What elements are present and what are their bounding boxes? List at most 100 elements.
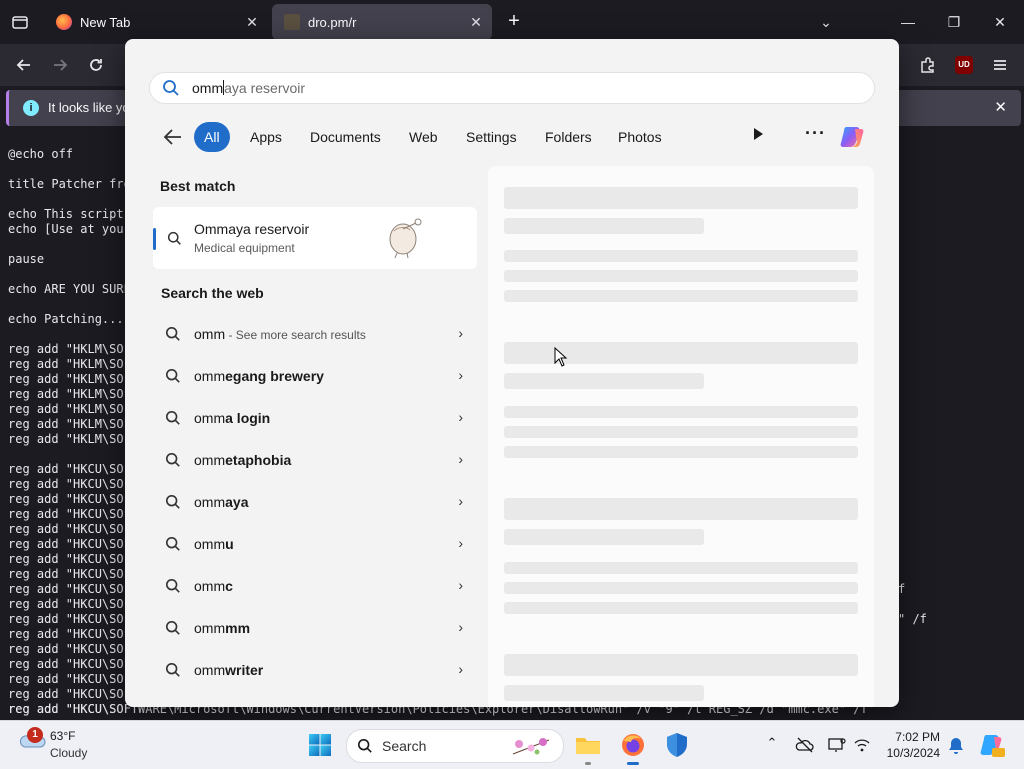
web-result[interactable]: ommu › xyxy=(153,525,477,563)
loading-placeholder xyxy=(504,582,858,594)
web-result[interactable]: omm - See more search results › xyxy=(153,315,477,353)
autocomplete-suggestion: aya reservoir xyxy=(224,80,306,96)
system-clock[interactable]: 7:02 PM 10/3/2024 xyxy=(884,729,940,761)
best-match-result[interactable]: Ommaya reservoir Medical equipment xyxy=(153,207,477,269)
search-input[interactable]: ommaya reservoir xyxy=(149,72,875,104)
forward-button[interactable] xyxy=(47,52,73,78)
taskbar-search-box[interactable]: Search xyxy=(346,729,564,763)
tab-new-tab[interactable]: New Tab ✕ xyxy=(44,4,268,40)
reload-button[interactable] xyxy=(83,52,109,78)
chevron-right-icon: › xyxy=(458,451,463,467)
script-line: reg add "HKCU\SOF xyxy=(8,567,131,581)
web-result-text: ommc xyxy=(194,578,233,594)
best-match-name: Ommaya reservoir xyxy=(194,221,310,237)
site-favicon-icon xyxy=(284,14,300,30)
copilot-icon[interactable] xyxy=(837,121,869,153)
chevron-up-icon[interactable]: ⌃ xyxy=(762,735,782,755)
onedrive-offline-icon[interactable] xyxy=(795,735,815,755)
shield-icon xyxy=(667,733,687,757)
script-line: reg add "HKCU\SOF xyxy=(8,597,131,611)
web-result-text: omma login xyxy=(194,410,271,426)
chevron-right-icon: › xyxy=(458,367,463,383)
script-line: reg add "HKCU\SOF xyxy=(8,462,131,476)
clock-time: 7:02 PM xyxy=(895,730,940,744)
file-explorer-taskbar-button[interactable] xyxy=(574,731,602,765)
loading-placeholder xyxy=(504,218,704,234)
more-options-icon[interactable]: ··· xyxy=(805,123,826,144)
loading-placeholder xyxy=(504,685,704,701)
script-line: reg add "HKCU\SOF xyxy=(8,612,131,626)
running-indicator xyxy=(627,762,639,765)
search-icon xyxy=(165,662,180,677)
back-button[interactable] xyxy=(11,52,37,78)
web-result-text: omm - See more search results xyxy=(194,326,366,342)
tab-dro-pm[interactable]: dro.pm/r ✕ xyxy=(272,4,492,40)
chevron-right-icon: › xyxy=(458,325,463,341)
script-line: reg add "HKCU\SOF xyxy=(8,627,131,641)
play-icon[interactable] xyxy=(751,127,765,141)
filter-documents[interactable]: Documents xyxy=(300,122,391,152)
loading-placeholder xyxy=(504,187,858,209)
close-window-button[interactable]: ✕ xyxy=(978,8,1022,36)
minimize-button[interactable]: — xyxy=(886,8,930,36)
web-result[interactable]: ommetaphobia › xyxy=(153,441,477,479)
filter-settings[interactable]: Settings xyxy=(456,122,527,152)
windows-start-icon[interactable] xyxy=(308,733,332,757)
chevron-down-icon[interactable]: ⌄ xyxy=(804,8,848,36)
display-icon[interactable] xyxy=(827,735,847,755)
chevron-right-icon: › xyxy=(458,409,463,425)
back-arrow-icon[interactable] xyxy=(161,125,185,149)
filter-photos[interactable]: Photos xyxy=(608,122,672,152)
filter-apps[interactable]: Apps xyxy=(240,122,292,152)
close-tab-icon[interactable]: ✕ xyxy=(464,14,488,31)
loading-placeholder xyxy=(504,562,858,574)
web-result[interactable]: ommwriter › xyxy=(153,651,477,689)
search-icon xyxy=(165,452,180,467)
web-result[interactable]: ommaya › xyxy=(153,483,477,521)
loading-placeholder xyxy=(504,250,858,262)
extensions-button[interactable] xyxy=(915,52,941,78)
search-icon xyxy=(167,231,181,245)
loading-placeholder xyxy=(504,529,704,545)
script-line: reg add "HKCU\SOF xyxy=(8,507,131,521)
maximize-button[interactable]: ❐ xyxy=(932,8,976,36)
web-result[interactable]: omma login › xyxy=(153,399,477,437)
best-match-heading: Best match xyxy=(160,178,236,194)
taskbar: 1 63°F Cloudy Search ⌃ 7:02 PM 10/3/2024 xyxy=(0,720,1024,769)
chevron-right-icon: › xyxy=(458,535,463,551)
close-tab-icon[interactable]: ✕ xyxy=(240,14,264,31)
typed-text: omm xyxy=(192,80,224,96)
windows-security-taskbar-button[interactable] xyxy=(663,731,691,759)
firefox-icon xyxy=(56,14,72,30)
loading-placeholder xyxy=(504,602,858,614)
new-tab-button[interactable]: + xyxy=(502,10,526,34)
search-query: ommaya reservoir xyxy=(192,80,305,96)
tab-label: dro.pm/r xyxy=(308,14,357,30)
web-result[interactable]: ommc › xyxy=(153,567,477,605)
script-line: reg add "HKCU\SOF xyxy=(8,492,131,506)
notification-bell-icon[interactable] xyxy=(946,735,966,755)
loading-placeholder xyxy=(504,446,858,458)
filter-folders[interactable]: Folders xyxy=(535,122,602,152)
app-menu-button[interactable] xyxy=(987,52,1013,78)
list-all-tabs-button[interactable] xyxy=(8,10,32,34)
search-icon xyxy=(165,536,180,551)
ommaya-reservoir-thumbnail xyxy=(389,218,422,259)
web-result[interactable]: ommegang brewery › xyxy=(153,357,477,395)
network-disconnected-icon[interactable] xyxy=(852,735,872,755)
best-match-category: Medical equipment xyxy=(194,241,295,255)
script-line: reg add "HKLM\SOF xyxy=(8,402,131,416)
script-line: reg add "HKCU\SOF xyxy=(8,687,131,701)
close-notification-icon[interactable]: ✕ xyxy=(994,98,1007,116)
filter-web[interactable]: Web xyxy=(399,122,448,152)
web-result[interactable]: ommmm › xyxy=(153,609,477,647)
ublock-icon: UD xyxy=(955,56,973,74)
script-line: reg add "HKCU\SOF xyxy=(8,537,131,551)
notification-text: It looks like you xyxy=(48,100,137,115)
script-line: reg add "HKLM\SOF xyxy=(8,387,131,401)
copilot-taskbar-icon[interactable] xyxy=(978,731,1006,759)
script-line: reg add "HKLM\SOF xyxy=(8,432,131,446)
filter-all[interactable]: All xyxy=(194,122,230,152)
ublock-origin-button[interactable]: UD xyxy=(951,52,977,78)
firefox-taskbar-button[interactable] xyxy=(619,731,647,765)
